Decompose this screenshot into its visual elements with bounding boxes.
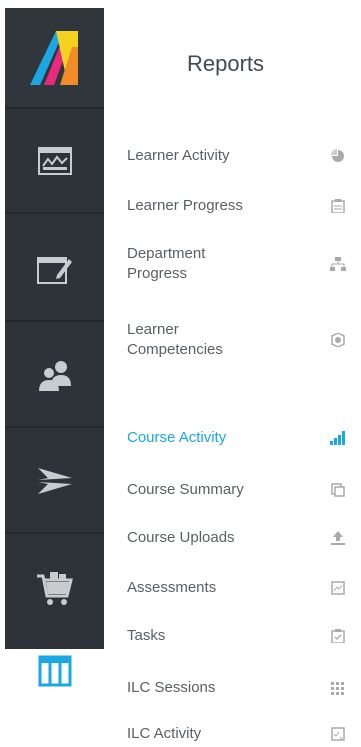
dots-grid-icon — [330, 680, 346, 696]
rail-item-dashboard[interactable] — [5, 109, 104, 214]
report-item-label: Learner Progress — [127, 197, 243, 214]
cart-icon — [35, 568, 75, 608]
pie-chart-icon — [330, 148, 346, 164]
report-item-label: ILC Sessions — [127, 679, 216, 696]
signal-bars-icon — [330, 430, 346, 446]
dashboard-icon — [37, 146, 72, 175]
report-item-label: Department Progress — [127, 245, 206, 282]
panel-title: Reports — [187, 51, 265, 76]
rail-item-users[interactable] — [5, 323, 104, 428]
report-item-label: Tasks — [127, 627, 166, 644]
report-item-course-summary[interactable]: Course Summary — [127, 480, 357, 500]
brand-logo-icon — [26, 29, 84, 87]
report-item-course-activity[interactable]: Course Activity — [127, 428, 357, 448]
rail-item-send[interactable] — [5, 429, 104, 534]
report-item-label: Course Uploads — [127, 529, 235, 546]
reports-grid-icon — [38, 655, 72, 687]
users-icon — [36, 358, 74, 392]
rail-item-reports[interactable] — [5, 649, 104, 747]
report-item-tasks[interactable]: Tasks — [127, 626, 357, 646]
clipboard-icon — [330, 198, 346, 214]
report-item-label: Assessments — [127, 579, 217, 596]
report-item-ilc-activity[interactable]: ILC Activity — [127, 724, 357, 744]
report-item-ilc-sessions[interactable]: ILC Sessions — [127, 678, 357, 698]
chart-file-icon — [330, 580, 346, 596]
report-item-label: Course Activity — [127, 429, 227, 446]
report-item-learner-competencies[interactable]: Learner Competencies — [127, 320, 357, 360]
checklist-icon — [330, 726, 346, 742]
report-item-label: Learner Competencies — [127, 321, 223, 358]
report-item-label: Course Summary — [127, 481, 244, 498]
report-item-assessments[interactable]: Assessments — [127, 578, 357, 598]
send-icon — [36, 466, 74, 496]
rail-item-editor[interactable] — [5, 217, 104, 322]
task-clipboard-icon — [330, 628, 346, 644]
documents-icon — [330, 482, 346, 498]
brand-logo[interactable] — [5, 8, 104, 109]
rail-item-shop[interactable] — [5, 535, 104, 640]
nav-rail — [5, 8, 104, 649]
report-item-learner-activity[interactable]: Learner Activity — [127, 146, 357, 166]
report-item-label: Learner Activity — [127, 147, 230, 164]
badge-icon — [330, 332, 346, 348]
hierarchy-icon — [330, 256, 346, 272]
report-item-learner-progress[interactable]: Learner Progress — [127, 196, 357, 216]
report-item-label: ILC Activity — [127, 725, 202, 742]
report-item-course-uploads[interactable]: Course Uploads — [127, 528, 357, 548]
edit-window-icon — [36, 253, 73, 285]
upload-icon — [330, 530, 346, 546]
report-item-department-progress[interactable]: Department Progress — [127, 244, 357, 284]
